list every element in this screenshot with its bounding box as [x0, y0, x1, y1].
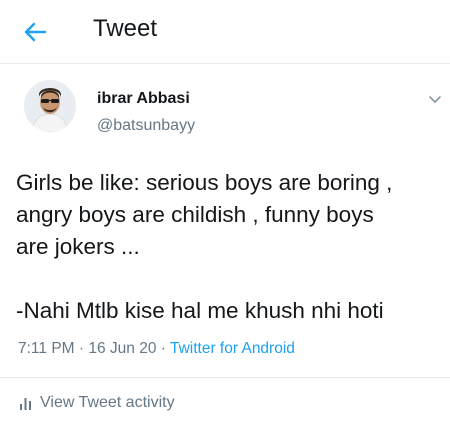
- tweet-text: Girls be like: serious boys are boring ,…: [16, 167, 441, 327]
- view-activity-button[interactable]: View Tweet activity: [20, 394, 175, 412]
- chevron-down-icon: [429, 96, 441, 103]
- meta-separator: ·: [160, 340, 166, 357]
- tweet-line: Girls be like: serious boys are boring ,: [16, 170, 393, 195]
- analytics-icon: [20, 398, 31, 410]
- more-options-button[interactable]: [426, 90, 444, 108]
- avatar[interactable]: [24, 80, 76, 132]
- back-button[interactable]: [20, 18, 50, 46]
- profile-photo: [24, 80, 76, 132]
- divider: [0, 377, 450, 378]
- page-title: Tweet: [93, 15, 158, 42]
- top-bar: Tweet: [0, 0, 450, 64]
- arrow-left-icon: [24, 22, 47, 42]
- tweet-time[interactable]: 7:11 PM: [18, 340, 75, 357]
- tweet-line: -Nahi Mtlb kise hal me khush nhi hoti: [16, 298, 384, 323]
- tweet-source-link[interactable]: Twitter for Android: [170, 340, 295, 357]
- tweet-date[interactable]: 16 Jun 20: [88, 340, 156, 357]
- author-handle[interactable]: @batsunbayy: [97, 117, 195, 135]
- tweet-line: angry boys are childish , funny boys: [16, 202, 374, 227]
- tweet-line: are jokers ...: [16, 234, 140, 259]
- view-activity-label: View Tweet activity: [40, 394, 175, 411]
- meta-separator: ·: [78, 340, 85, 357]
- author-name[interactable]: ibrar Abbasi: [97, 90, 190, 108]
- tweet-meta: 7:11 PM · 16 Jun 20 · Twitter for Androi…: [18, 340, 295, 358]
